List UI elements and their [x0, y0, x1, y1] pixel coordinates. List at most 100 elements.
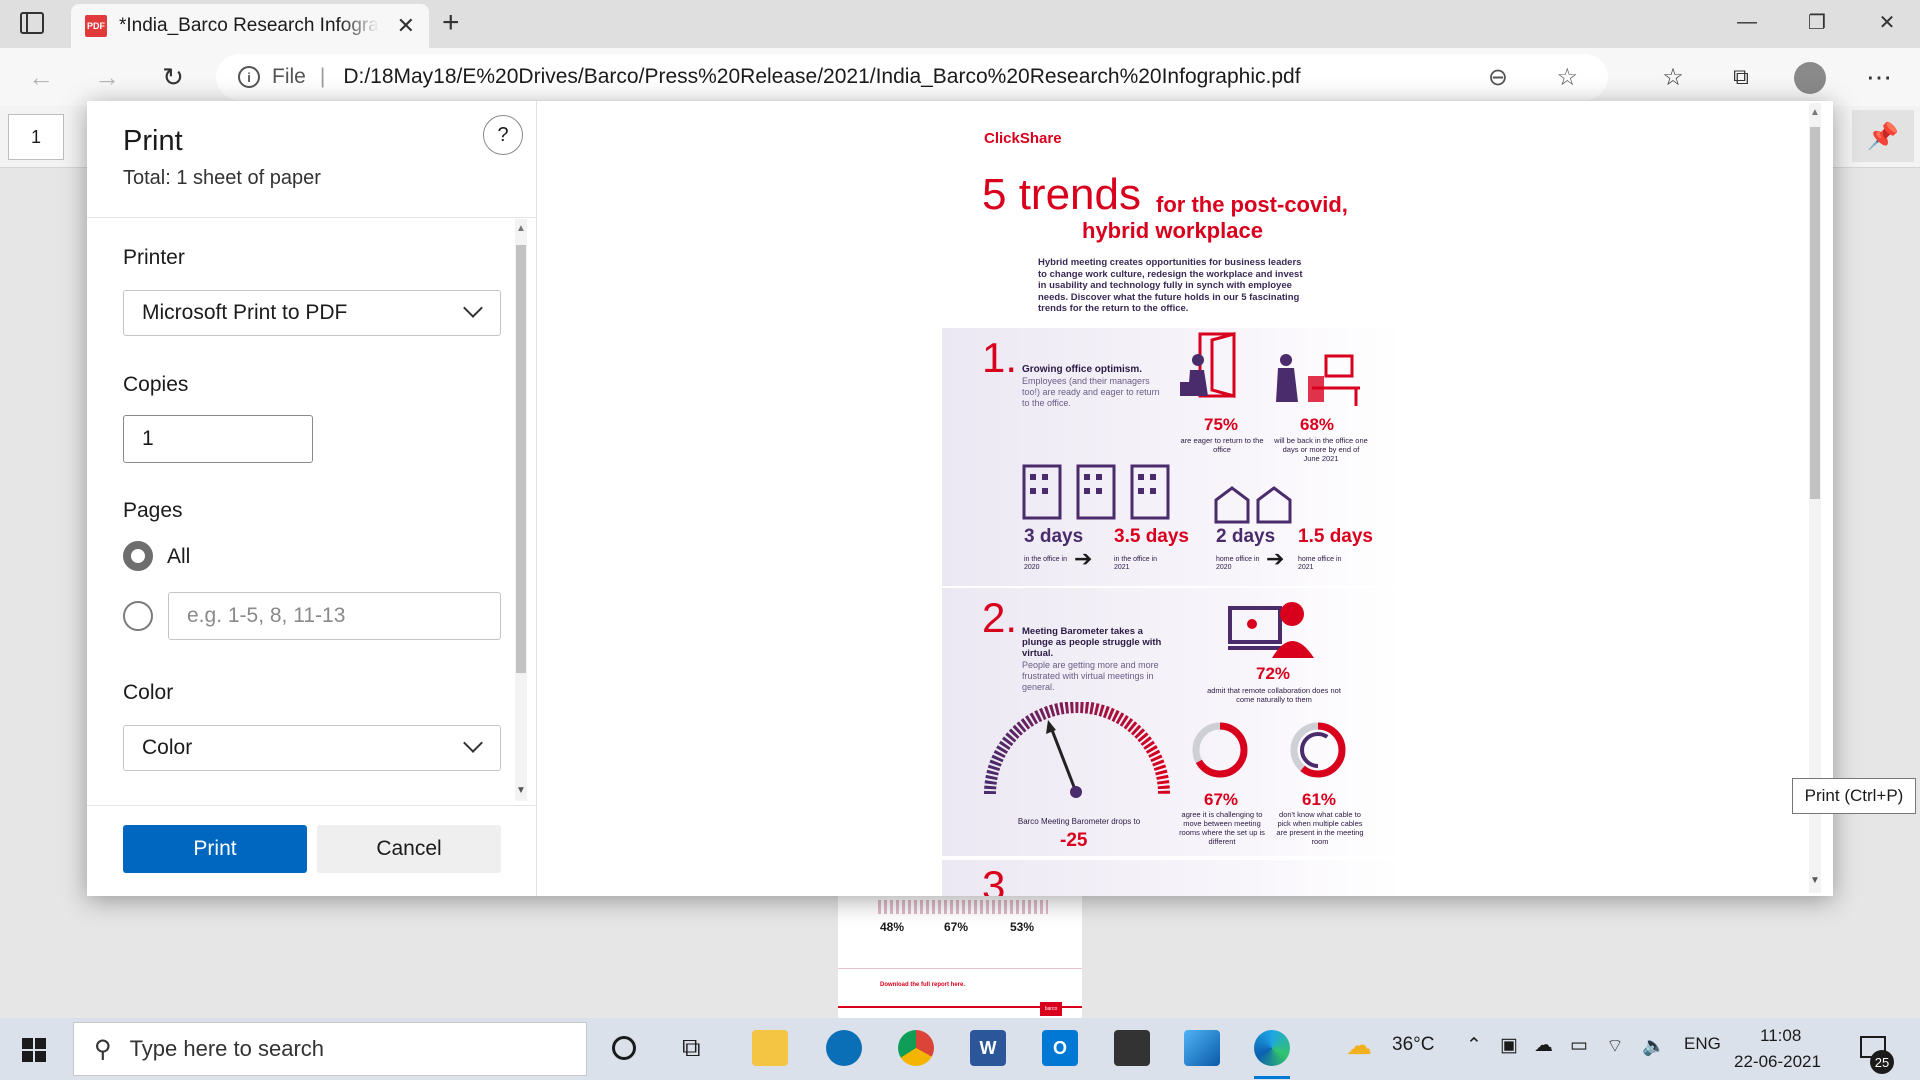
profile-avatar[interactable]	[1794, 62, 1826, 94]
search-icon: ⚲	[94, 1035, 112, 1063]
new-tab-icon[interactable]: +	[442, 6, 460, 40]
volume-icon[interactable]: 🔈	[1642, 1034, 1666, 1058]
settings-scroll-thumb[interactable]	[516, 245, 526, 673]
window-close-icon[interactable]: ✕	[1852, 0, 1920, 44]
task-view-icon[interactable]: ⧉	[682, 1032, 701, 1064]
tab-actions-icon[interactable]	[20, 12, 44, 34]
dell-icon[interactable]	[826, 1030, 862, 1066]
days-home-2020-text: home office in 2020	[1216, 556, 1260, 571]
clock-time[interactable]: 11:08	[1760, 1026, 1801, 1046]
pages-label: Pages	[123, 499, 183, 522]
pages-custom-radio[interactable]	[123, 601, 153, 631]
weather-icon[interactable]: ☁	[1346, 1030, 1372, 1061]
cortana-icon[interactable]	[612, 1036, 636, 1060]
days-home-2020: 2 days	[1216, 526, 1276, 547]
info-icon[interactable]: i	[238, 66, 260, 88]
trend-1-body: Employees (and their managers too!) are …	[1022, 376, 1160, 408]
scroll-up-icon[interactable]: ▲	[516, 223, 526, 234]
windows-start-icon[interactable]	[22, 1038, 46, 1062]
pages-all-radio[interactable]	[123, 541, 153, 571]
windows-taskbar: ⚲ Type here to search ⧉ W O ☁ 36°C ⌃ ▣ ☁…	[0, 1018, 1920, 1080]
weather-temp[interactable]: 36°C	[1392, 1034, 1434, 1056]
snip-icon[interactable]	[1114, 1030, 1150, 1066]
cancel-button[interactable]: Cancel	[317, 825, 501, 873]
print-button[interactable]: Print	[123, 825, 307, 873]
person-door-icon	[1180, 332, 1236, 398]
language-indicator[interactable]: ENG	[1684, 1034, 1721, 1054]
browser-titlebar: PDF *India_Barco Research Infographic ✕ …	[0, 0, 1920, 48]
word-icon[interactable]: W	[970, 1030, 1006, 1066]
help-button[interactable]: ?	[483, 115, 523, 155]
pages-range-input[interactable]: e.g. 1-5, 8, 11-13	[168, 592, 501, 640]
chrome-icon[interactable]	[898, 1030, 934, 1066]
show-hidden-icon[interactable]: ⌃	[1466, 1034, 1482, 1057]
address-bar[interactable]: i File | D:/18May18/E%20Drives/Barco/Pre…	[216, 54, 1608, 100]
preview-scroll-thumb[interactable]	[1810, 127, 1820, 499]
clock-date[interactable]: 22-06-2021	[1734, 1052, 1821, 1072]
onedrive-icon[interactable]: ☁	[1534, 1034, 1553, 1057]
zoom-out-icon[interactable]: ⊖	[1488, 63, 1508, 92]
scroll-down-icon[interactable]: ▼	[1810, 875, 1820, 886]
url-scheme-label: File	[272, 65, 306, 88]
trend-1-title: Growing office optimism.	[1022, 364, 1143, 375]
favorites-icon[interactable]: ☆	[1652, 56, 1694, 98]
print-tooltip: Print (Ctrl+P)	[1792, 778, 1916, 814]
forward-icon[interactable]: →	[86, 56, 128, 98]
pin-toolbar-icon[interactable]: 📌	[1852, 110, 1914, 162]
restore-icon[interactable]: ❐	[1782, 0, 1852, 44]
copies-input[interactable]: 1	[123, 415, 313, 463]
download-link[interactable]: Download the full report here.	[880, 982, 965, 988]
settings-scrollbar[interactable]: ▲ ▼	[515, 219, 527, 801]
printer-select[interactable]: Microsoft Print to PDF	[123, 290, 501, 336]
print-preview: ClickShare 5 trends for the post-covid, …	[560, 106, 1784, 896]
taskbar-search-box[interactable]: ⚲ Type here to search	[73, 1022, 587, 1076]
outlook-icon[interactable]: O	[1042, 1030, 1078, 1066]
headline-line-1: for the post-covid,	[1156, 192, 1348, 217]
trend-2-number: 2.	[982, 594, 1018, 641]
pages-range-placeholder: e.g. 1-5, 8, 11-13	[187, 604, 346, 627]
scroll-down-icon[interactable]: ▼	[516, 785, 526, 796]
back-icon[interactable]: ←	[20, 56, 62, 98]
barco-logo: barco	[1040, 1002, 1062, 1016]
preview-scrollbar[interactable]: ▲ ▼	[1809, 103, 1821, 893]
page-number-input[interactable]: 1	[8, 114, 64, 160]
printer-value: Microsoft Print to PDF	[142, 301, 348, 324]
chevron-down-icon	[463, 298, 483, 318]
browser-tab[interactable]: PDF *India_Barco Research Infographic ✕	[71, 4, 429, 48]
color-select[interactable]: Color	[123, 725, 501, 771]
trend-2-stat-2-text: agree it is challenging to move between …	[1179, 810, 1265, 846]
trend-1-number: 1.	[982, 334, 1018, 381]
trend-1-stat-2-text: will be back in the office one days or m…	[1274, 436, 1368, 463]
days-office-2020: 3 days	[1024, 526, 1084, 547]
file-explorer-icon[interactable]	[752, 1030, 788, 1066]
more-icon[interactable]: ⋯	[1858, 56, 1900, 98]
search-placeholder: Type here to search	[129, 1036, 325, 1061]
tab-close-icon[interactable]: ✕	[397, 13, 415, 39]
add-favorite-icon[interactable]: ☆	[1556, 63, 1578, 92]
print-sheet-count: Total: 1 sheet of paper	[123, 167, 321, 189]
address-toolbar: ← → ↻ i File | D:/18May18/E%20Drives/Bar…	[0, 48, 1920, 106]
person-desk-icon	[1276, 354, 1360, 406]
refresh-icon[interactable]: ↻	[152, 56, 194, 98]
trend-1-stat-2: 68%	[1300, 415, 1335, 434]
battery-icon[interactable]: ▭	[1570, 1034, 1588, 1057]
pages-all-label: All	[167, 545, 191, 568]
photos-icon[interactable]	[1184, 1030, 1220, 1066]
pdf-page-background: 48% 67% 53% Download the full report her…	[838, 896, 1082, 1018]
trend-3-band	[942, 860, 1402, 896]
collections-icon[interactable]: ⧉	[1720, 56, 1762, 98]
trend-2-stat-1: 72%	[1256, 664, 1291, 683]
minimize-icon[interactable]: —	[1712, 0, 1782, 44]
days-office-2021: 3.5 days	[1114, 526, 1189, 547]
meet-now-icon[interactable]: ▣	[1500, 1034, 1518, 1057]
homes-icon	[1214, 486, 1292, 524]
pdf-favicon-icon: PDF	[85, 15, 107, 37]
trend-2-stat-1-text: admit that remote collaboration does not…	[1207, 686, 1341, 704]
days-office-2021-text: in the office in 2021	[1114, 556, 1158, 571]
infographic-page: ClickShare 5 trends for the post-covid, …	[942, 106, 1402, 896]
intro-text: Hybrid meeting creates opportunities for…	[1038, 257, 1303, 314]
scroll-up-icon[interactable]: ▲	[1810, 107, 1820, 118]
wifi-icon[interactable]: ⌔	[1606, 1034, 1624, 1058]
gauge-value: -25	[1060, 830, 1088, 851]
edge-icon[interactable]	[1254, 1030, 1290, 1066]
